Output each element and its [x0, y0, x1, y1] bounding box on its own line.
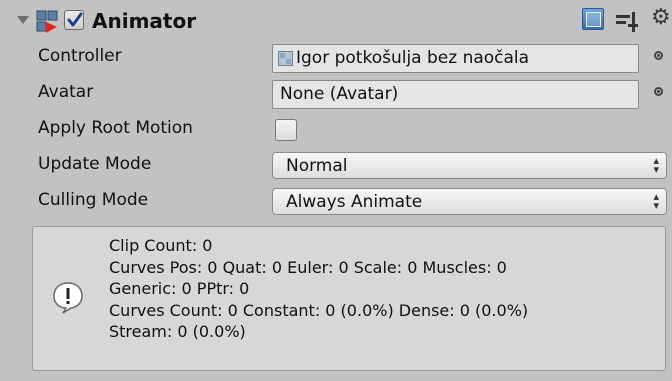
- info-line-curves-count: Curves Count: 0 Constant: 0 (0.0%) Dense…: [109, 300, 529, 320]
- avatar-value: None (Avatar): [280, 84, 399, 104]
- dropdown-arrows-icon: ▴ ▾: [653, 190, 659, 212]
- avatar-field[interactable]: None (Avatar): [272, 80, 639, 109]
- info-line-generic: Generic: 0 PPtr: 0: [109, 279, 250, 298]
- animator-controller-icon: [278, 51, 293, 66]
- controller-value: Igor potkošulja bez naočala: [296, 48, 530, 68]
- controller-label: Controller: [38, 46, 122, 66]
- update-mode-dropdown[interactable]: Normal ▴ ▾: [272, 152, 667, 179]
- info-icon: [53, 282, 83, 314]
- avatar-row: Avatar None (Avatar): [0, 78, 672, 110]
- info-line-curves-pos: Curves Pos: 0 Quat: 0 Euler: 0 Scale: 0 …: [109, 257, 507, 277]
- gear-icon[interactable]: ⚙: [651, 7, 671, 29]
- controller-row: Controller Igor potkošulja bez naočala: [0, 42, 672, 74]
- culling-mode-row: Culling Mode Always Animate ▴ ▾: [0, 186, 672, 218]
- object-picker-icon[interactable]: [654, 51, 663, 60]
- component-header: Animator ⚙: [0, 0, 672, 44]
- culling-mode-label: Culling Mode: [38, 190, 149, 210]
- clip-info-box: Clip Count: 0 Curves Pos: 0 Quat: 0 Eule…: [32, 226, 666, 371]
- preset-icon[interactable]: [614, 10, 640, 34]
- controller-field[interactable]: Igor potkošulja bez naočala: [272, 44, 639, 73]
- component-title: Animator: [92, 9, 197, 33]
- culling-mode-value: Always Animate: [286, 192, 423, 212]
- info-line-clip-count: Clip Count: 0: [109, 236, 213, 255]
- checkmark-icon: [67, 12, 83, 27]
- apply-root-motion-checkbox[interactable]: [275, 119, 297, 141]
- object-picker-icon[interactable]: [654, 87, 663, 96]
- clip-info-text: Clip Count: 0 Curves Pos: 0 Quat: 0 Eule…: [109, 235, 528, 343]
- update-mode-row: Update Mode Normal ▴ ▾: [0, 150, 672, 182]
- foldout-arrow-icon[interactable]: [17, 16, 29, 24]
- component-enabled-checkbox[interactable]: [64, 10, 84, 30]
- culling-mode-dropdown[interactable]: Always Animate ▴ ▾: [272, 188, 667, 215]
- dropdown-arrows-icon: ▴ ▾: [653, 154, 659, 176]
- apply-root-motion-row: Apply Root Motion: [0, 114, 672, 146]
- update-mode-label: Update Mode: [38, 154, 152, 174]
- help-icon[interactable]: [582, 8, 604, 30]
- animator-icon: [36, 10, 58, 33]
- apply-root-motion-label: Apply Root Motion: [38, 118, 193, 138]
- info-line-stream: Stream: 0 (0.0%): [109, 322, 246, 341]
- update-mode-value: Normal: [286, 156, 348, 176]
- avatar-label: Avatar: [38, 82, 94, 102]
